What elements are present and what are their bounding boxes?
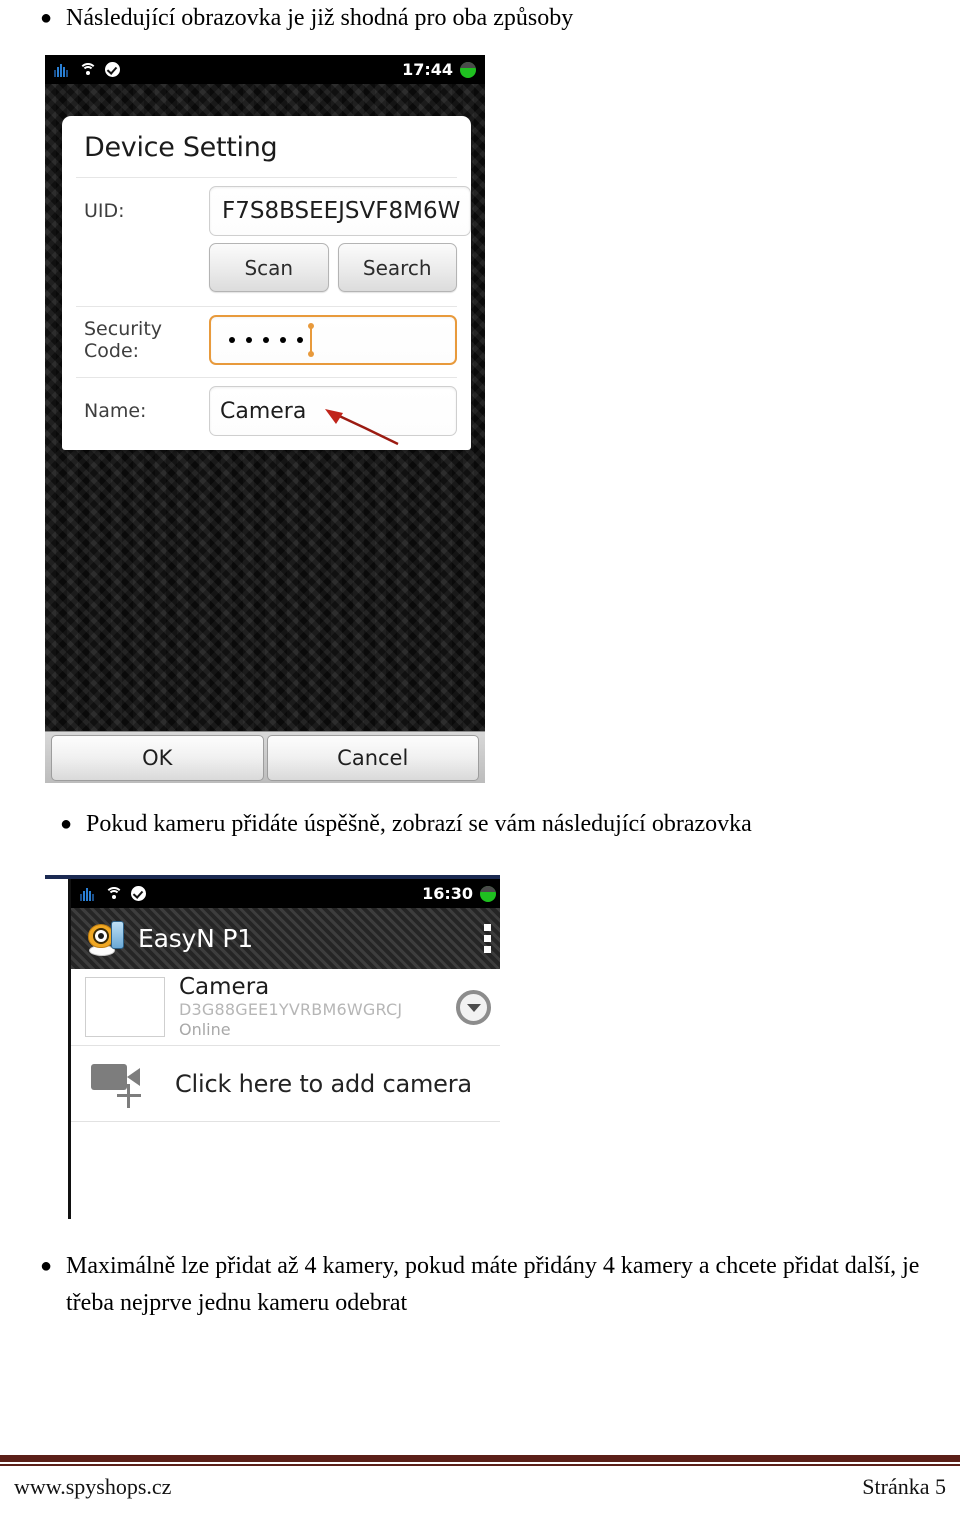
text-caret [308,323,314,357]
security-code-label: Security Code: [84,318,163,362]
signal-icon [54,63,70,77]
camera-name: Camera [179,974,270,1000]
password-dots [221,337,303,343]
battery-icon [460,61,476,78]
status-bar-left-icons [80,886,146,901]
device-setting-body: Device Setting UID: F7S8BSEEJSVF8M6W Sca… [45,84,485,731]
status-bar-left-icons [54,62,120,77]
status-bar-1: 17:44 [45,55,485,84]
signal-icon [80,887,96,901]
screenshot-camera-list: 16:30 EasyN P1 Camera D3G88GEE1YVRBM6WGR… [45,875,500,1225]
camera-list-empty-area [71,1122,500,1219]
camera-list-item[interactable]: Camera D3G88GEE1YVRBM6WGRCJ Online [71,969,500,1046]
status-bar-clock: 17:44 [402,60,453,79]
dialog-footer-buttons: OK Cancel [45,731,485,783]
battery-icon [480,885,496,902]
bullet-text-1: Následující obrazovka je již shodná pro … [66,5,574,31]
cancel-button[interactable]: Cancel [266,734,479,781]
status-bar-2: 16:30 [71,879,500,908]
row-spacer [76,243,209,292]
security-code-input[interactable] [209,315,457,365]
check-badge-icon [131,886,146,901]
add-camera-icon [91,1060,157,1108]
name-input[interactable]: Camera [209,386,457,436]
app-title: EasyN P1 [138,924,253,953]
bullet-paragraph-3: ● Maximálně lze přidat až 4 kamery, poku… [40,1248,940,1322]
camera-status: Online [179,1020,231,1039]
app-bar: EasyN P1 [71,908,500,969]
uid-label: UID: [84,200,125,222]
wifi-icon [104,886,123,901]
camera-thumbnail [85,977,165,1037]
bullet-paragraph-1: ● Následující obrazovka je již shodná pr… [40,0,920,37]
bullet-marker-icon: ● [40,7,53,29]
footer-rule [0,1455,960,1466]
device-setting-dialog: Device Setting UID: F7S8BSEEJSVF8M6W Sca… [62,116,472,450]
security-code-row: Security Code: [62,307,471,365]
add-camera-label: Click here to add camera [175,1069,472,1098]
camera-list-frame: 16:30 EasyN P1 Camera D3G88GEE1YVRBM6WGR… [68,879,500,1219]
footer-site-url: www.spyshops.cz [14,1474,172,1499]
name-row: Name: Camera [62,378,471,436]
name-label: Name: [84,400,147,422]
search-button[interactable]: Search [337,243,457,292]
camera-uid: D3G88GEE1YVRBM6WGRCJ [179,1000,403,1019]
uid-control: F7S8BSEEJSVF8M6W [209,186,472,236]
wifi-icon [78,62,97,77]
scan-search-row: Scan Search [62,236,471,292]
uid-row: UID: F7S8BSEEJSVF8M6W [62,178,472,236]
dialog-title: Device Setting [84,132,278,163]
overflow-menu-icon[interactable] [484,924,491,953]
add-camera-row[interactable]: Click here to add camera [71,1046,500,1122]
name-control: Camera [209,386,457,436]
uid-input[interactable]: F7S8BSEEJSVF8M6W [209,186,472,236]
footer-rule-thick [0,1455,960,1462]
bullet-text-3: Maximálně lze přidat až 4 kamery, pokud … [66,1253,920,1316]
footer-page-number: Stránka 5 [862,1474,946,1499]
chevron-down-icon[interactable] [456,989,491,1025]
screenshot-device-setting: 17:44 Device Setting UID: F7S8BSEEJSVF8M… [45,55,485,783]
scan-button[interactable]: Scan [209,243,329,292]
bullet-text-2: Pokud kameru přidáte úspěšně, zobrazí se… [86,811,752,837]
camera-phone-logo-icon [87,920,125,958]
bullet-marker-icon: ● [60,813,73,835]
footer-rule-thin [0,1464,960,1466]
status-bar-right: 16:30 [422,884,496,903]
bullet-paragraph-2: ● Pokud kameru přidáte úspěšně, zobrazí … [60,806,920,843]
ok-button[interactable]: OK [51,734,264,781]
status-bar-clock: 16:30 [422,884,473,903]
check-badge-icon [105,62,120,77]
security-code-control [209,315,457,365]
camera-meta: Camera D3G88GEE1YVRBM6WGRCJ Online [179,974,456,1040]
bullet-marker-icon: ● [40,1255,53,1277]
status-bar-right: 17:44 [402,60,476,79]
